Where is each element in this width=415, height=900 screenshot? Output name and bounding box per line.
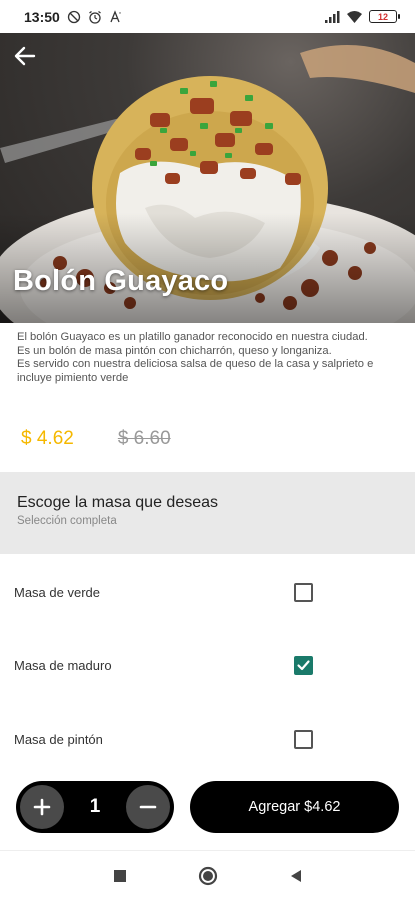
checkbox-masa-verde[interactable] xyxy=(294,582,313,602)
signal-icon xyxy=(325,10,340,23)
option-masa-pinton[interactable]: Masa de pintón xyxy=(0,702,415,776)
battery-level: 12 xyxy=(377,11,388,22)
description-line: Es servido con nuestra deliciosa salsa d… xyxy=(17,358,374,384)
no-disturb-icon xyxy=(67,10,80,23)
section-title: Escoge la masa que deseas xyxy=(17,494,219,511)
quantity-stepper: 1 xyxy=(16,781,174,833)
svg-text:*: * xyxy=(119,12,121,18)
section-subtitle: Selección completa xyxy=(17,515,117,527)
product-description: El bolón Guayaco es un platillo ganador … xyxy=(17,331,397,385)
checkbox-masa-pinton[interactable] xyxy=(294,729,313,749)
option-label: Masa de pintón xyxy=(14,731,103,747)
system-nav-bar xyxy=(0,850,415,900)
description-line: El bolón Guayaco es un platillo ganador … xyxy=(17,331,368,343)
back-button[interactable] xyxy=(14,45,46,77)
add-to-cart-button[interactable]: Agregar $4.62 xyxy=(190,781,399,833)
text-icon: * xyxy=(110,9,121,22)
wifi-icon xyxy=(347,10,362,23)
product-title: Bolón Guayaco xyxy=(13,265,229,297)
home-button[interactable] xyxy=(198,866,218,886)
check-icon xyxy=(297,659,310,670)
circle-icon xyxy=(198,866,217,885)
triangle-back-icon xyxy=(290,869,301,882)
arrow-left-icon xyxy=(14,46,36,66)
option-label: Masa de verde xyxy=(14,584,100,600)
status-left: 13:50 * xyxy=(24,9,123,25)
alarm-icon xyxy=(88,10,101,24)
status-time: 13:50 xyxy=(24,8,60,25)
option-section-header: Escoge la masa que deseas Selección comp… xyxy=(0,472,415,554)
square-icon xyxy=(113,869,126,882)
status-right: 12 xyxy=(324,10,400,24)
increment-button[interactable] xyxy=(20,785,64,829)
checkbox-masa-maduro[interactable] xyxy=(294,655,313,675)
decrement-button[interactable] xyxy=(125,785,170,829)
plus-icon xyxy=(33,798,51,816)
battery-icon: 12 xyxy=(369,10,400,23)
current-price: $ 4.62 xyxy=(21,428,74,449)
status-bar: 13:50 * 12 xyxy=(0,0,415,33)
recents-button[interactable] xyxy=(110,866,130,886)
price-row: $ 4.62 $ 6.60 xyxy=(21,428,171,450)
product-hero-image: Bolón Guayaco xyxy=(0,33,415,323)
option-label: Masa de maduro xyxy=(14,657,112,673)
minus-icon xyxy=(139,805,157,809)
option-masa-maduro[interactable]: Masa de maduro xyxy=(0,628,415,702)
description-line: Es un bolón de masa pintón con chicharró… xyxy=(17,344,332,357)
option-masa-verde[interactable]: Masa de verde xyxy=(0,555,415,629)
back-nav-button[interactable] xyxy=(286,866,306,886)
original-price: $ 6.60 xyxy=(117,428,171,449)
quantity-value: 1 xyxy=(89,796,101,817)
